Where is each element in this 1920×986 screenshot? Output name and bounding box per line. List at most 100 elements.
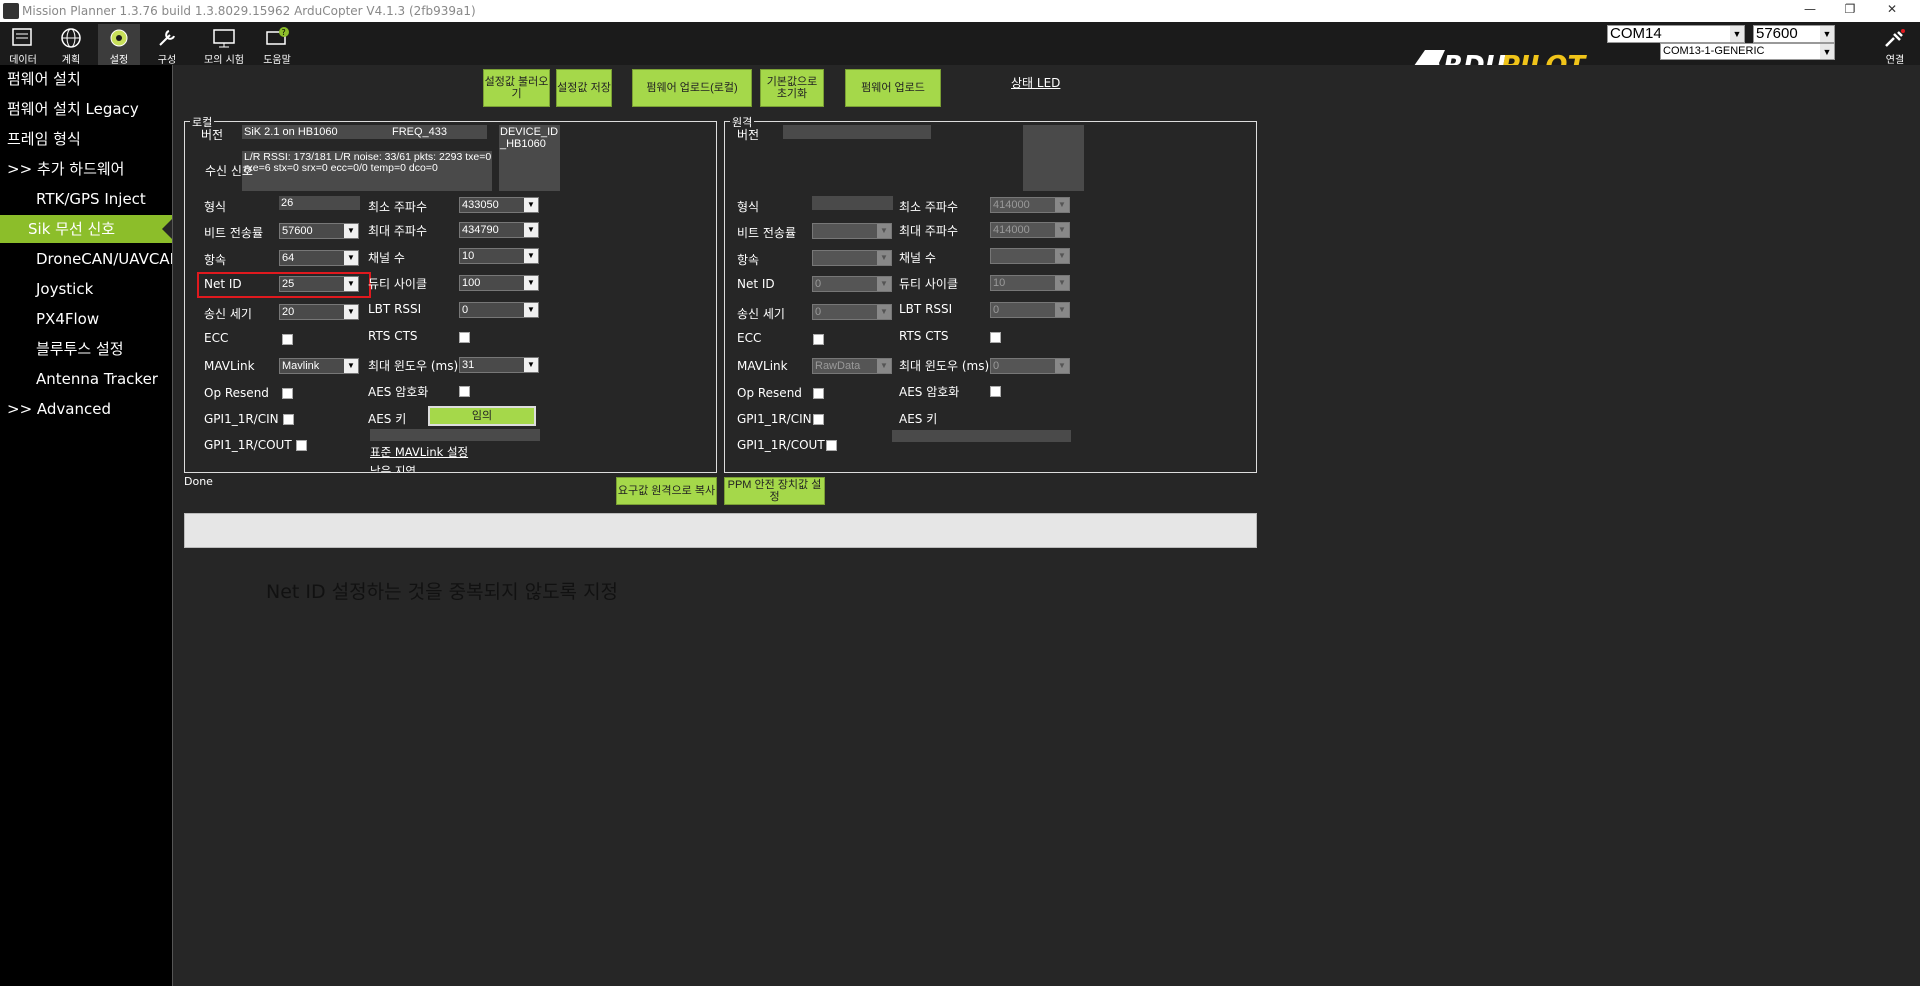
port-select[interactable]: COM14 ▼ [1607, 25, 1745, 43]
local-rtscts-checkbox[interactable] [459, 332, 470, 343]
chevron-down-icon: ▼ [344, 224, 358, 238]
sidebar-item-optional-hardware[interactable]: >> 추가 하드웨어 [0, 155, 172, 183]
toolbar-data-button[interactable]: 데이터 [2, 24, 44, 66]
sidebar-item-advanced[interactable]: >> Advanced [0, 395, 172, 423]
local-channels-value: 10 [462, 250, 475, 262]
upload-firmware-local-button[interactable]: 펌웨어 업로드(로컬) [632, 69, 752, 107]
remote-maxwindow-label: 최대 윈도우 (ms) [899, 359, 990, 373]
local-aes-checkbox[interactable] [459, 386, 470, 397]
remote-format-label: 형식 [737, 200, 760, 214]
toolbar-help-button[interactable]: ? 도움말 [256, 24, 298, 66]
toolbar-simulation-button[interactable]: 모의 시험 [198, 24, 250, 66]
sidebar-item-bluetooth[interactable]: 블루투스 설정 [0, 335, 172, 363]
toolbar-config-button[interactable]: 구성 [146, 24, 188, 66]
local-maxwindow-select[interactable]: 31 ▼ [459, 357, 539, 373]
sidebar-item-px4flow[interactable]: PX4Flow [0, 305, 172, 333]
local-txpower-select[interactable]: 20 ▼ [279, 304, 359, 320]
setup-gear-icon [110, 29, 128, 47]
random-key-button[interactable]: 임의 [428, 406, 536, 426]
toolbar-plan-button[interactable]: 계획 [50, 24, 92, 66]
remote-rtscts-checkbox[interactable] [990, 332, 1001, 343]
port-detail-select[interactable]: COM13-1-GENERIC ▼ [1660, 43, 1835, 60]
restore-button[interactable]: ❐ [1830, 2, 1870, 20]
local-duty-label: 듀티 사이클 [368, 277, 428, 291]
remote-aes-checkbox[interactable] [990, 386, 1001, 397]
window-title: Mission Planner 1.3.76 build 1.3.8029.15… [22, 4, 476, 18]
port-value: COM14 [1610, 25, 1662, 42]
remote-gpi1-cin-checkbox[interactable] [813, 414, 824, 425]
connect-button[interactable]: 연결 [1874, 24, 1916, 66]
status-text: Done [184, 475, 213, 488]
local-airspeed-value: 64 [282, 252, 295, 264]
sik-radio-panel: 설정값 불러오기 설정값 저장 펌웨어 업로드(로컬) 기본값으로 초기화 펌웨… [172, 65, 1920, 986]
baud-select[interactable]: 57600 ▼ [1753, 25, 1835, 43]
remote-gpi1-cout-label: GPI1_1R/COUT [737, 438, 825, 452]
sidebar-item-frame-type[interactable]: 프레임 형식 [0, 125, 172, 153]
remote-channels-label: 채널 수 [899, 251, 936, 265]
local-gpi1-cin-label: GPI1_1R/CIN [204, 412, 279, 426]
sidebar-item-firmware-legacy[interactable]: 펌웨어 설치 Legacy [0, 95, 172, 123]
local-maxfreq-value: 434790 [462, 224, 499, 236]
remote-ecc-label: ECC [737, 331, 762, 345]
close-button[interactable]: ✕ [1872, 2, 1912, 20]
load-settings-button[interactable]: 설정값 불러오기 [483, 69, 550, 107]
sidebar-item-label: RTK/GPS Inject [36, 190, 146, 208]
chevron-down-icon: ▼ [1055, 359, 1069, 373]
save-settings-button[interactable]: 설정값 저장 [556, 69, 612, 107]
plan-globe-icon [61, 28, 81, 48]
remote-channels-select[interactable]: ▼ [990, 248, 1070, 264]
local-duty-select[interactable]: 100 ▼ [459, 275, 539, 291]
sidebar-item-antenna-tracker[interactable]: Antenna Tracker [0, 365, 172, 393]
local-maxfreq-select[interactable]: 434790 ▼ [459, 222, 539, 238]
local-minfreq-select[interactable]: 433050 ▼ [459, 197, 539, 213]
remote-mavlink-select[interactable]: RawData ▼ [812, 358, 892, 374]
local-channels-select[interactable]: 10 ▼ [459, 248, 539, 264]
remote-gpi1-cout-checkbox[interactable] [826, 440, 837, 451]
standard-mavlink-link[interactable]: 표준 MAVLink 설정 [370, 444, 468, 460]
remote-aeskey-input[interactable] [892, 430, 1071, 442]
low-latency-link[interactable]: 낮은 지연 [370, 463, 416, 472]
local-lbt-select[interactable]: 0 ▼ [459, 302, 539, 318]
ppm-failsafe-button[interactable]: PPM 안전 장치값 설정 [724, 477, 825, 505]
remote-baud-label: 비트 전송률 [737, 226, 797, 240]
remote-opresend-checkbox[interactable] [813, 388, 824, 399]
annotation-text: Net ID 설정하는 것을 중복되지 않도록 지정 [266, 581, 619, 603]
minimize-button[interactable]: — [1790, 2, 1830, 20]
remote-maxfreq-select[interactable]: 414000 ▼ [990, 222, 1070, 238]
toolbar-setup-button[interactable]: 설정 [98, 24, 140, 66]
remote-aes-label: AES 암호화 [899, 385, 960, 399]
remote-maxwindow-select[interactable]: 0 ▼ [990, 358, 1070, 374]
remote-opresend-label: Op Resend [737, 386, 802, 400]
local-format-label: 형식 [204, 200, 227, 214]
sidebar-item-dronecan[interactable]: DroneCAN/UAVCAN [0, 245, 172, 273]
local-gpi1-cout-checkbox[interactable] [296, 440, 307, 451]
local-airspeed-select[interactable]: 64 ▼ [279, 250, 359, 266]
sidebar-item-sik-radio[interactable]: Sik 무선 신호 [0, 215, 172, 243]
upload-firmware-button[interactable]: 펌웨어 업로드 [845, 69, 941, 107]
status-led-link[interactable]: 상태 LED [1011, 74, 1060, 91]
local-gpi1-cout-label: GPI1_1R/COUT [204, 438, 292, 452]
remote-netid-select[interactable]: 0 ▼ [812, 276, 892, 292]
reset-defaults-button[interactable]: 기본값으로 초기화 [760, 69, 824, 107]
remote-txpower-select[interactable]: 0 ▼ [812, 304, 892, 320]
local-opresend-checkbox[interactable] [282, 388, 293, 399]
sidebar-item-rtk-gps[interactable]: RTK/GPS Inject [0, 185, 172, 213]
remote-baud-select[interactable]: ▼ [812, 223, 892, 239]
local-ecc-checkbox[interactable] [282, 334, 293, 345]
remote-airspeed-select[interactable]: ▼ [812, 250, 892, 266]
remote-maxwindow-value: 0 [993, 360, 1000, 372]
local-gpi1-cin-checkbox[interactable] [283, 414, 294, 425]
sidebar-item-firmware-install[interactable]: 펌웨어 설치 [0, 65, 172, 93]
remote-minfreq-select[interactable]: 414000 ▼ [990, 197, 1070, 213]
baud-value: 57600 [1756, 25, 1798, 42]
local-baud-select[interactable]: 57600 ▼ [279, 223, 359, 239]
remote-ecc-checkbox[interactable] [813, 334, 824, 345]
remote-lbt-select[interactable]: 0 ▼ [990, 302, 1070, 318]
local-aeskey-input[interactable] [370, 429, 540, 441]
remote-airspeed-label: 항속 [737, 253, 760, 267]
local-mavlink-select[interactable]: Mavlink ▼ [279, 358, 359, 374]
progress-bar [184, 513, 1257, 548]
sidebar-item-joystick[interactable]: Joystick [0, 275, 172, 303]
remote-duty-select[interactable]: 10 ▼ [990, 275, 1070, 291]
copy-to-remote-button[interactable]: 요구값 원격으로 복사 [616, 477, 717, 505]
